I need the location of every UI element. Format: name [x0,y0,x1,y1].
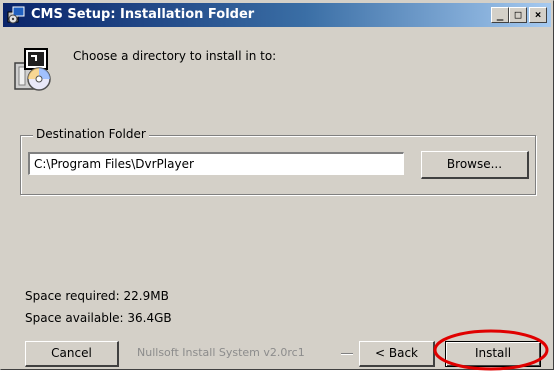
footer-separator [341,353,353,355]
window-title: CMS Setup: Installation Folder [31,7,255,22]
space-available-text: Space available: 36.4GB [25,311,172,325]
installer-window: CMS Setup: Installation Folder _ □ × Cho… [0,0,554,370]
installer-disk-icon [14,48,51,91]
browse-button[interactable]: Browse... [421,151,529,179]
nsis-branding-text: Nullsoft Install System v2.0rc1 [137,346,305,359]
installer-app-icon [7,6,25,24]
title-bar[interactable]: CMS Setup: Installation Folder _ □ × [3,3,551,27]
maximize-button[interactable]: □ [509,7,527,23]
install-instruction: Choose a directory to install in to: [73,49,277,63]
destination-folder-label: Destination Folder [33,127,149,141]
space-required-text: Space required: 22.9MB [25,289,169,303]
cancel-button[interactable]: Cancel [25,341,119,367]
destination-path-input[interactable]: C:\Program Files\DvrPlayer [28,152,404,175]
back-button[interactable]: < Back [359,341,435,367]
highlight-circle-annotation [433,329,549,371]
close-button[interactable]: × [529,7,547,23]
minimize-button[interactable]: _ [491,7,509,23]
